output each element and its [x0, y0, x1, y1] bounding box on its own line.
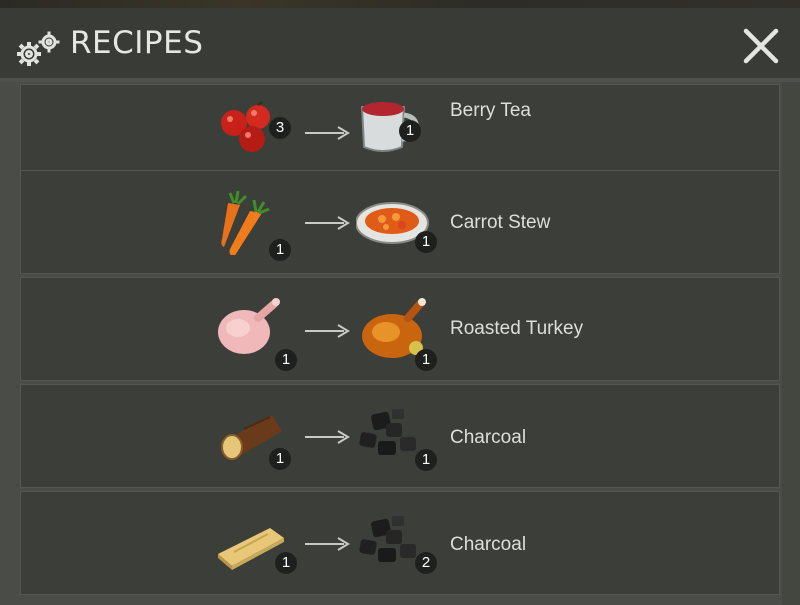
recipes-window: RECIPES 3 1 Berry Tea 1 1 Carrot Stew 1 … — [0, 8, 800, 605]
close-icon[interactable] — [740, 25, 782, 67]
background-strip — [0, 0, 800, 8]
ingredient-count-badge: 3 — [269, 117, 291, 139]
raw-turkey-icon — [218, 298, 280, 354]
recipe-name: Charcoal — [450, 534, 527, 555]
recipes-header: RECIPES — [0, 8, 800, 82]
arrow-right-icon — [305, 324, 350, 338]
recipe-row-charcoal-plank[interactable]: 1 2 Charcoal — [20, 491, 780, 595]
ingredient-count-badge: 1 — [275, 552, 297, 574]
ingredient-count-badge: 1 — [269, 239, 291, 261]
recipe-name: Charcoal — [450, 427, 527, 448]
recipe-row-roasted-turkey[interactable]: 1 1 Roasted Turkey — [20, 277, 780, 381]
product-count-badge: 2 — [415, 552, 437, 574]
ingredient-count-badge: 1 — [269, 448, 291, 470]
arrow-right-icon — [305, 126, 350, 140]
product-count-badge: 1 — [415, 449, 437, 471]
recipe-name: Roasted Turkey — [450, 318, 584, 339]
ingredient-count-badge: 1 — [275, 349, 297, 371]
recipe-name: Carrot Stew — [450, 212, 551, 233]
arrow-right-icon — [305, 430, 350, 444]
product-count-badge: 1 — [399, 120, 421, 142]
arrow-right-icon — [305, 537, 350, 551]
tea-mug-icon — [360, 102, 419, 152]
recipe-name: Berry Tea — [450, 100, 531, 121]
recipe-row-charcoal-log[interactable]: 1 1 Charcoal — [20, 384, 780, 488]
scrollbar-track[interactable] — [782, 82, 800, 605]
arrow-right-icon — [305, 216, 350, 230]
recipe-row-carrot-stew[interactable]: 1 1 Carrot Stew — [20, 170, 780, 274]
page-title: RECIPES — [70, 25, 204, 61]
plank-icon — [218, 528, 284, 570]
product-count-badge: 1 — [415, 231, 437, 253]
product-count-badge: 1 — [415, 349, 437, 371]
recipe-list[interactable]: 3 1 Berry Tea 1 1 Carrot Stew 1 1 Roaste… — [20, 82, 780, 605]
gears-icon — [17, 31, 60, 66]
recipe-row-berry-tea[interactable]: 3 1 Berry Tea — [20, 84, 780, 184]
